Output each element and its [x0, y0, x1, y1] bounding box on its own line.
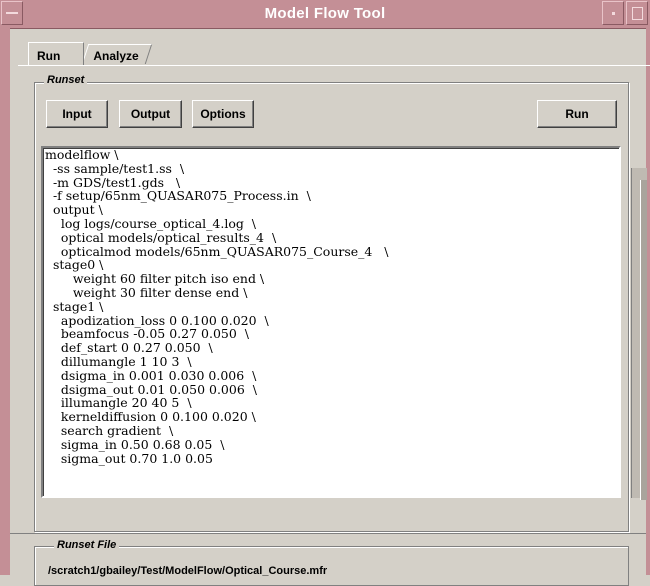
output-button[interactable]: Output: [119, 100, 182, 128]
runset-script-textarea[interactable]: modelflow \ -ss sample/test1.ss \ -m GDS…: [41, 146, 621, 498]
runset-file-path: /scratch1/gbailey/Test/ModelFlow/Optical…: [48, 565, 328, 577]
minimize-button[interactable]: [602, 1, 624, 25]
right-scrollbar[interactable]: [640, 180, 647, 500]
maximize-icon: [631, 6, 643, 20]
maximize-button[interactable]: [626, 1, 648, 25]
input-button[interactable]: Input: [46, 100, 108, 128]
section-separator: [10, 533, 646, 534]
title-bar[interactable]: Model Flow Tool: [0, 0, 650, 29]
tab-analyze-label: Analyze: [93, 49, 139, 63]
run-button[interactable]: Run: [537, 100, 617, 128]
options-button[interactable]: Options: [192, 100, 254, 128]
window-frame-left: [0, 28, 10, 575]
tab-run-label: Run: [37, 49, 61, 63]
tab-divider: [18, 65, 650, 66]
runset-group-label: Runset: [44, 74, 88, 86]
runset-file-group-label: Runset File: [54, 539, 120, 551]
runset-script-text: modelflow \ -ss sample/test1.ss \ -m GDS…: [45, 147, 389, 466]
tab-analyze[interactable]: Analyze: [81, 44, 153, 64]
tab-run[interactable]: Run: [28, 42, 84, 66]
minimize-icon: [611, 11, 615, 15]
window-title: Model Flow Tool: [264, 5, 386, 22]
